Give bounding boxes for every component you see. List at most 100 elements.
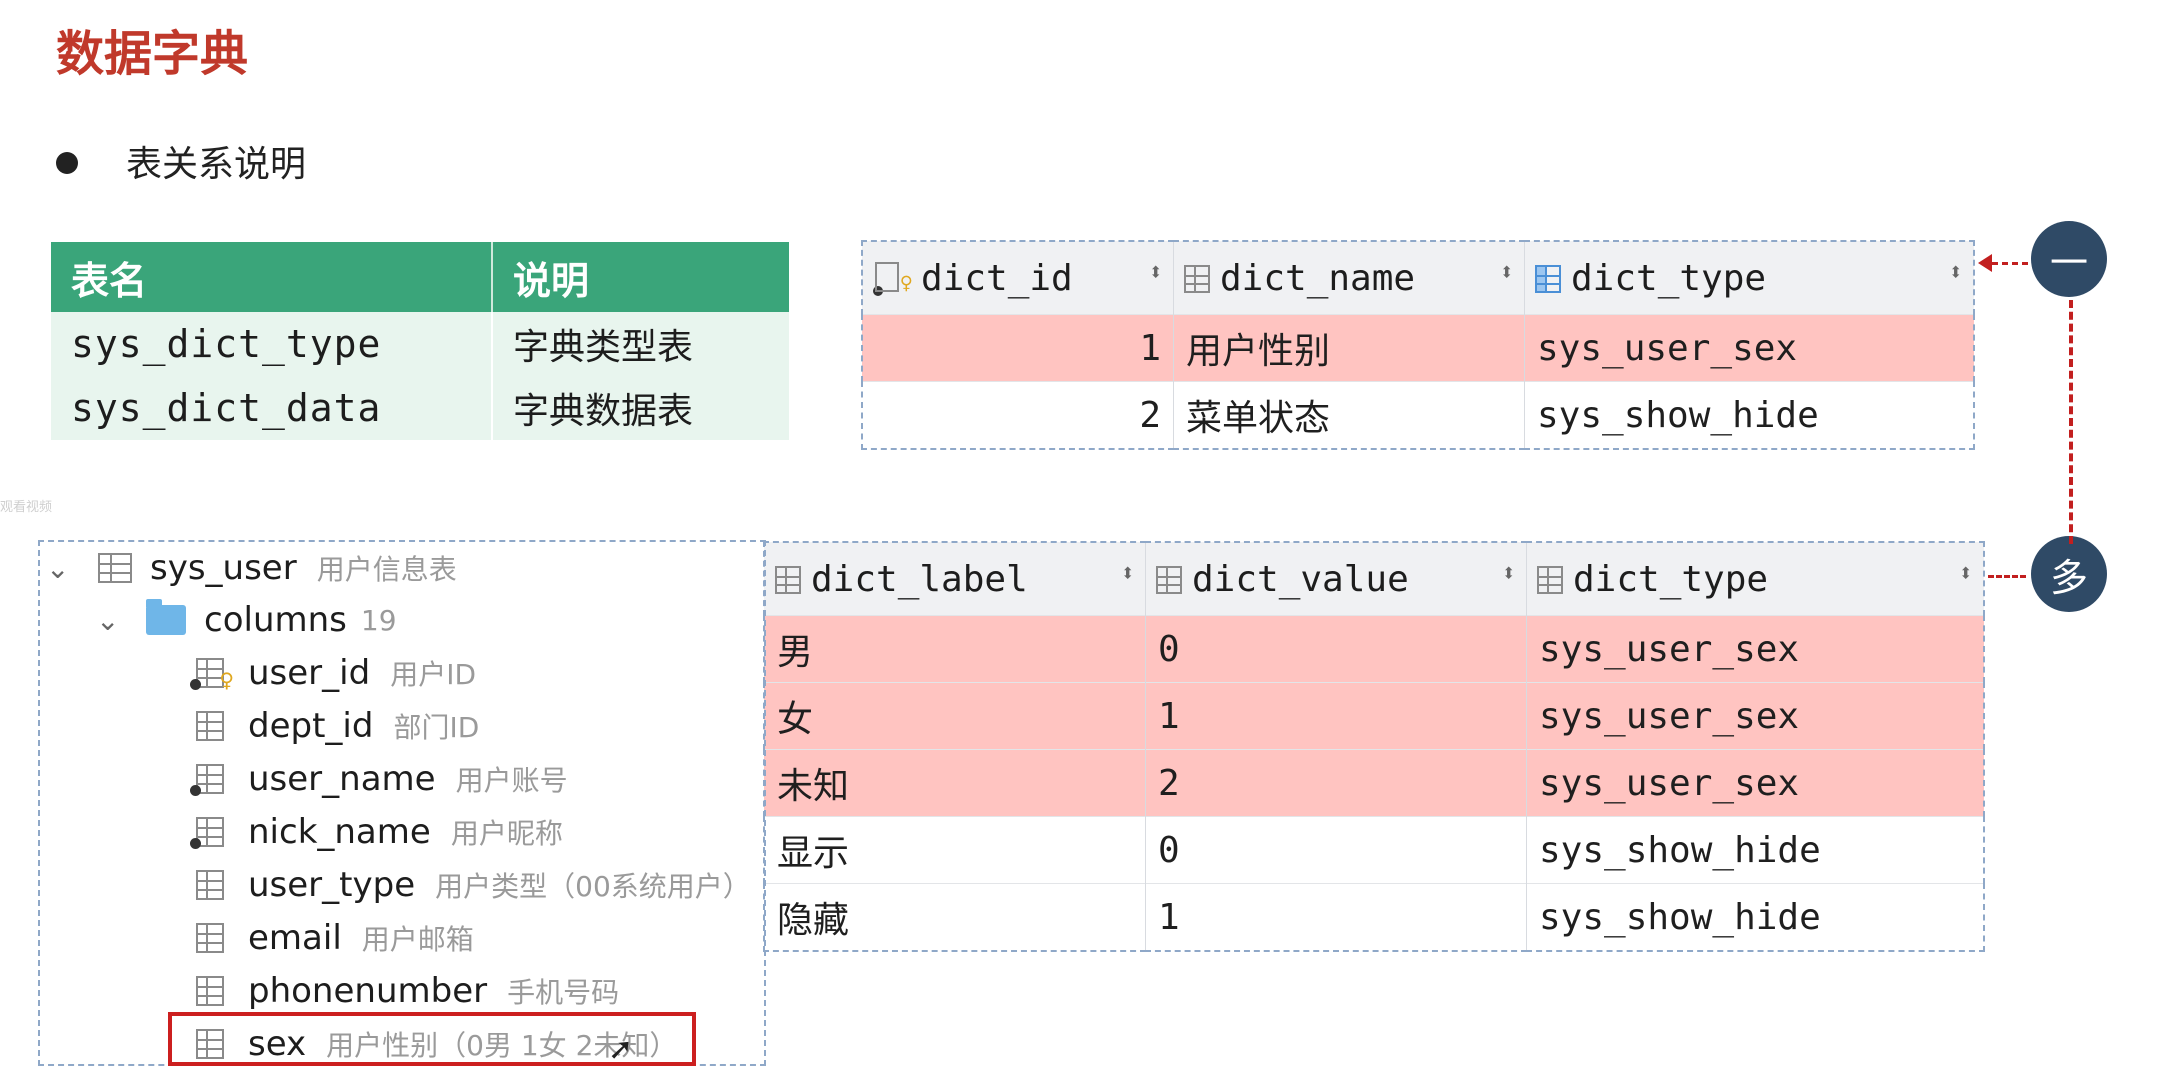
- column-header-dict-value[interactable]: dict_value ⬍: [1145, 542, 1527, 616]
- tree-node-columns[interactable]: ⌄ columns 19: [96, 599, 397, 640]
- column-header-label: dict_type: [1573, 558, 1769, 600]
- field-name: phonenumber: [248, 971, 488, 1011]
- table-row: sys_dict_data 字典数据表: [51, 376, 789, 440]
- column-header-label: dict_value: [1192, 558, 1409, 600]
- column-header-dict-label[interactable]: dict_label ⬍: [764, 542, 1146, 616]
- header-description: 说明: [491, 242, 789, 312]
- column-icon: [190, 711, 230, 741]
- tree-field-email[interactable]: email 用户邮箱: [190, 918, 474, 958]
- cell-dict-type[interactable]: sys_show_hide: [1526, 883, 1985, 951]
- cell-dict-label[interactable]: 女: [764, 682, 1146, 750]
- tree-field-user-id[interactable]: ♀ user_id 用户ID: [190, 653, 476, 693]
- bullet-text: 表关系说明: [126, 144, 307, 185]
- sort-icon[interactable]: ⬍: [1502, 559, 1516, 587]
- field-name: nick_name: [248, 812, 431, 852]
- tree-field-user-name[interactable]: user_name 用户账号: [190, 759, 568, 799]
- table-name-cell: sys_dict_data: [51, 376, 492, 440]
- chevron-down-icon[interactable]: ⌄: [96, 604, 126, 637]
- field-name: user_id: [248, 653, 371, 693]
- tree-field-user-type[interactable]: user_type 用户类型（00系统用户）: [190, 865, 751, 905]
- tree-folder-name: columns: [204, 600, 347, 640]
- field-name: email: [248, 918, 342, 958]
- sort-icon[interactable]: ⬍: [1149, 258, 1163, 286]
- table-row[interactable]: 显示 0 sys_show_hide: [764, 816, 1985, 884]
- cell-dict-name[interactable]: 菜单状态: [1173, 381, 1525, 449]
- cell-dict-value[interactable]: 2: [1145, 749, 1527, 817]
- field-comment: 用户类型（00系统用户）: [435, 870, 751, 903]
- table-row[interactable]: 1 用户性别 sys_user_sex: [862, 314, 1975, 382]
- field-name: dept_id: [248, 706, 374, 746]
- cell-dict-label[interactable]: 未知: [764, 749, 1146, 817]
- sort-icon[interactable]: ⬍: [1121, 559, 1135, 587]
- one-marker: 一: [2031, 221, 2107, 297]
- field-comment: 手机号码: [507, 976, 620, 1009]
- cell-dict-value[interactable]: 1: [1145, 883, 1527, 951]
- cell-dict-type[interactable]: sys_user_sex: [1526, 615, 1985, 683]
- table-desc-cell: 字典数据表: [491, 376, 789, 440]
- relation-line: [2069, 300, 2073, 544]
- cell-dict-value[interactable]: 1: [1145, 682, 1527, 750]
- cell-dict-name[interactable]: 用户性别: [1173, 314, 1525, 382]
- chevron-down-icon[interactable]: ⌄: [46, 552, 76, 585]
- table-row[interactable]: 女 1 sys_user_sex: [764, 682, 1985, 750]
- grid-header: ♀ dict_id ⬍ dict_name ⬍ dict_type ⬍: [862, 241, 1975, 315]
- table-row[interactable]: 2 菜单状态 sys_show_hide: [862, 381, 1975, 449]
- relation-connector-many: [1988, 575, 2026, 578]
- cell-dict-type[interactable]: sys_show_hide: [1526, 816, 1985, 884]
- sort-icon[interactable]: ⬍: [1959, 559, 1973, 587]
- folder-icon: [146, 599, 186, 635]
- field-comment: 部门ID: [393, 711, 480, 744]
- field-comment: 用户ID: [390, 658, 477, 691]
- tree-table-comment: 用户信息表: [316, 553, 457, 586]
- column-header-label: dict_name: [1220, 257, 1416, 299]
- tree-node-table[interactable]: ⌄ sys_user 用户信息表: [46, 548, 457, 588]
- arrow-left-icon: [1978, 254, 1992, 272]
- column-header-dict-id[interactable]: ♀ dict_id ⬍: [862, 241, 1174, 315]
- cell-dict-type[interactable]: sys_user_sex: [1526, 682, 1985, 750]
- relation-table-header: 表名 说明: [51, 242, 789, 312]
- cell-dict-value[interactable]: 0: [1145, 816, 1527, 884]
- not-null-column-icon: [190, 764, 230, 796]
- column-icon: [1156, 565, 1182, 594]
- cell-dict-value[interactable]: 0: [1145, 615, 1527, 683]
- header-table-name: 表名: [51, 242, 492, 312]
- primary-key-icon: ♀: [873, 261, 913, 296]
- field-name: user_name: [248, 759, 436, 799]
- tree-table-name: sys_user: [150, 548, 297, 588]
- grid-header: dict_label ⬍ dict_value ⬍ dict_type ⬍: [764, 542, 1985, 616]
- column-icon: [190, 976, 230, 1006]
- column-icon: [190, 870, 230, 900]
- cell-dict-id[interactable]: 1: [862, 314, 1174, 382]
- table-row[interactable]: 男 0 sys_user_sex: [764, 615, 1985, 683]
- tree-folder-count: 19: [360, 603, 397, 637]
- column-header-dict-type[interactable]: dict_type ⬍: [1526, 542, 1985, 616]
- relation-table: 表名 说明 sys_dict_type 字典类型表 sys_dict_data …: [51, 242, 789, 440]
- cell-dict-label[interactable]: 男: [764, 615, 1146, 683]
- cell-dict-type[interactable]: sys_show_hide: [1524, 381, 1975, 449]
- column-header-dict-type[interactable]: dict_type ⬍: [1524, 241, 1975, 315]
- sort-icon[interactable]: ⬍: [1949, 258, 1963, 286]
- tree-field-dept-id[interactable]: dept_id 部门ID: [190, 706, 479, 746]
- mouse-cursor-icon: ➚: [608, 1032, 634, 1067]
- cell-dict-label[interactable]: 显示: [764, 816, 1146, 884]
- many-marker: 多: [2031, 536, 2107, 612]
- tree-field-phonenumber[interactable]: phonenumber 手机号码: [190, 971, 619, 1011]
- cell-dict-label[interactable]: 隐藏: [764, 883, 1146, 951]
- tree-field-nick-name[interactable]: nick_name 用户昵称: [190, 812, 563, 852]
- database-tree: ⌄ sys_user 用户信息表 ⌄ columns 19 ♀ user_id …: [38, 540, 766, 1066]
- watermark: 观看视频: [0, 500, 53, 515]
- column-icon: [190, 923, 230, 953]
- column-icon: [1537, 565, 1563, 594]
- field-comment: 用户昵称: [450, 817, 563, 850]
- table-icon: [98, 553, 132, 583]
- table-row[interactable]: 未知 2 sys_user_sex: [764, 749, 1985, 817]
- dict-data-grid: dict_label ⬍ dict_value ⬍ dict_type ⬍ 男 0 s…: [763, 541, 1985, 952]
- sort-icon[interactable]: ⬍: [1500, 258, 1514, 286]
- cell-dict-type[interactable]: sys_user_sex: [1524, 314, 1975, 382]
- cell-dict-type[interactable]: sys_user_sex: [1526, 749, 1985, 817]
- cell-dict-id[interactable]: 2: [862, 381, 1174, 449]
- table-row[interactable]: 隐藏 1 sys_show_hide: [764, 883, 1985, 951]
- not-null-column-icon: [190, 817, 230, 849]
- column-header-dict-name[interactable]: dict_name ⬍: [1173, 241, 1525, 315]
- field-comment: 用户账号: [455, 764, 568, 797]
